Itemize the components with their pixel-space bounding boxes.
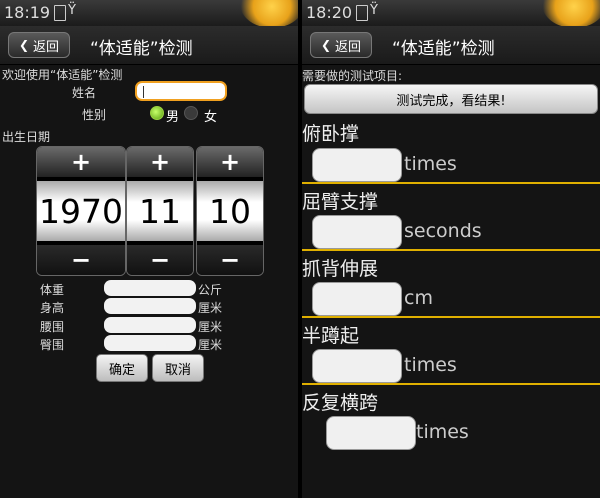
radio-male[interactable] xyxy=(150,106,164,120)
status-bar: 18:20 Ÿ xyxy=(302,0,600,28)
chevron-left-icon: ❮ xyxy=(320,38,332,52)
gender-label: 性别 xyxy=(82,108,107,122)
month-increment-button[interactable]: + xyxy=(127,147,193,177)
section-label: 需要做的测试项目: xyxy=(302,69,403,83)
sd-card-icon xyxy=(356,5,368,21)
waist-unit: 厘米 xyxy=(198,320,223,334)
chevron-left-icon: ❮ xyxy=(18,38,30,52)
test-unit: cm xyxy=(404,287,433,309)
page-title: “体适能”检测 xyxy=(90,39,193,59)
height-unit: 厘米 xyxy=(198,301,223,315)
month-decrement-button[interactable]: − xyxy=(127,245,193,275)
hip-unit: 厘米 xyxy=(198,338,223,352)
status-time: 18:20 xyxy=(306,3,353,22)
radio-female[interactable] xyxy=(184,106,198,120)
year-increment-button[interactable]: + xyxy=(37,147,125,177)
month-value: 11 xyxy=(127,181,193,241)
test-unit: times xyxy=(404,354,457,376)
year-decrement-button[interactable]: − xyxy=(37,245,125,275)
separator xyxy=(302,249,600,251)
name-label: 姓名 xyxy=(72,86,97,100)
back-label: 返回 xyxy=(33,39,60,55)
test-name: 俯卧撑 xyxy=(302,123,360,145)
cancel-button[interactable]: 取消 xyxy=(152,354,204,382)
back-button[interactable]: ❮ 返回 xyxy=(310,32,372,58)
year-value: 1970 xyxy=(37,181,125,241)
day-increment-button[interactable]: + xyxy=(197,147,263,177)
month-picker: + 11 − xyxy=(126,146,194,276)
separator xyxy=(302,182,600,184)
test-name: 反复横跨 xyxy=(302,392,379,414)
signal-icon: Ÿ xyxy=(370,3,378,18)
hip-label: 臀围 xyxy=(40,338,65,352)
test-unit: times xyxy=(416,421,469,443)
welcome-text: 欢迎使用“体适能”检测 xyxy=(2,68,123,82)
title-bar: ❮ 返回 “体适能”检测 xyxy=(302,26,600,65)
test-name: 屈臂支撑 xyxy=(302,191,379,213)
notification-glow-icon xyxy=(240,0,298,28)
view-results-button[interactable]: 测试完成，看结果! xyxy=(304,84,598,114)
hip-input[interactable] xyxy=(104,335,196,351)
test-input[interactable] xyxy=(312,148,402,182)
left-screen: 18:19 Ÿ ❮ 返回 “体适能”检测 欢迎使用“体适能”检测 姓名 性别 男… xyxy=(0,0,298,498)
height-input[interactable] xyxy=(104,298,196,314)
day-decrement-button[interactable]: − xyxy=(197,245,263,275)
back-button[interactable]: ❮ 返回 xyxy=(8,32,70,58)
test-input[interactable] xyxy=(312,349,402,383)
day-value: 10 xyxy=(197,181,263,241)
test-name: 抓背伸展 xyxy=(302,258,379,280)
test-input[interactable] xyxy=(326,416,416,450)
test-input[interactable] xyxy=(312,215,402,249)
waist-input[interactable] xyxy=(104,317,196,333)
page-title: “体适能”检测 xyxy=(392,39,495,59)
year-picker: + 1970 − xyxy=(36,146,126,276)
day-picker: + 10 − xyxy=(196,146,264,276)
gender-male-label: 男 xyxy=(166,110,180,125)
sd-card-icon xyxy=(54,5,66,21)
status-bar: 18:19 Ÿ xyxy=(0,0,298,28)
height-label: 身高 xyxy=(40,301,65,315)
confirm-button[interactable]: 确定 xyxy=(96,354,148,382)
gender-female-label: 女 xyxy=(204,110,218,125)
test-input[interactable] xyxy=(312,282,402,316)
status-time: 18:19 xyxy=(4,3,51,22)
name-input[interactable] xyxy=(135,81,227,101)
weight-label: 体重 xyxy=(40,283,65,297)
weight-unit: 公斤 xyxy=(198,283,223,297)
signal-icon: Ÿ xyxy=(68,3,76,18)
text-caret xyxy=(143,86,144,98)
notification-glow-icon xyxy=(542,0,600,28)
title-bar: ❮ 返回 “体适能”检测 xyxy=(0,26,298,65)
back-label: 返回 xyxy=(335,39,362,55)
test-unit: times xyxy=(404,153,457,175)
right-screen: 18:20 Ÿ ❮ 返回 “体适能”检测 需要做的测试项目: 测试完成，看结果!… xyxy=(302,0,600,498)
separator xyxy=(302,316,600,318)
test-name: 半蹲起 xyxy=(302,325,360,347)
waist-label: 腰围 xyxy=(40,320,65,334)
weight-input[interactable] xyxy=(104,280,196,296)
birth-date-label: 出生日期 xyxy=(2,130,51,144)
separator xyxy=(302,383,600,385)
test-unit: seconds xyxy=(404,220,482,242)
